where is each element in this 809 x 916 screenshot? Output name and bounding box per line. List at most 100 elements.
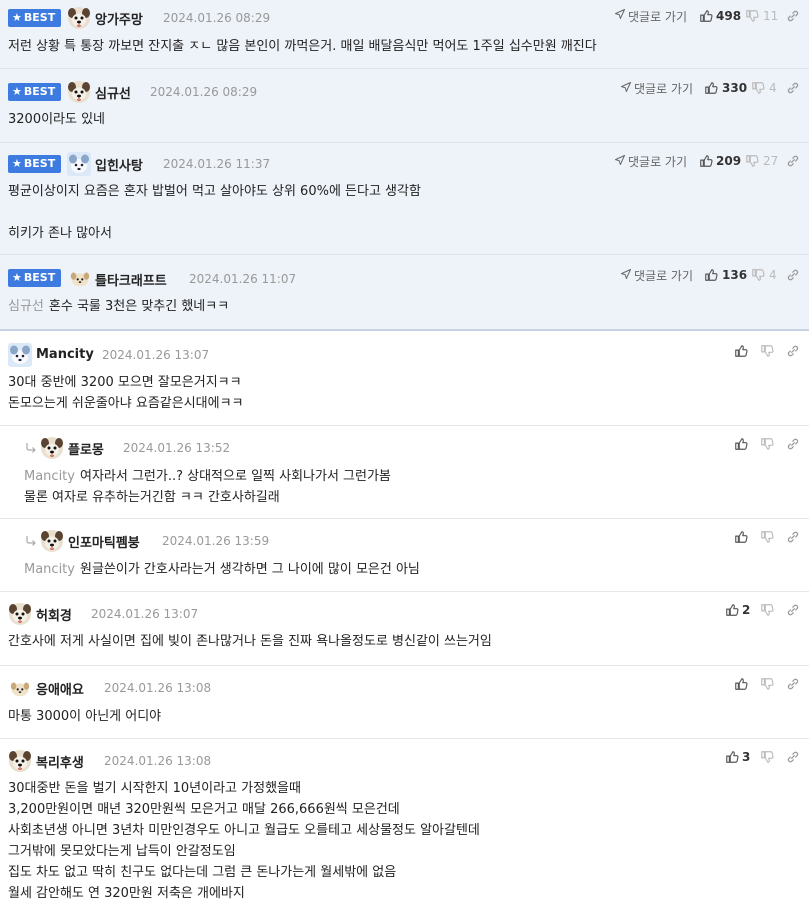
- send-icon: [614, 8, 626, 20]
- timestamp: 2024.01.26 08:29: [150, 85, 258, 99]
- timestamp: 2024.01.26 13:07: [102, 348, 210, 362]
- link-icon[interactable]: [786, 268, 800, 282]
- best-comment: ★ BEST 틀타크래프트 2024.01.26 11:07 댓글로 가기 136…: [0, 255, 809, 331]
- avatar: [9, 677, 31, 699]
- thumbs-down-icon[interactable]: [760, 677, 774, 691]
- link-icon[interactable]: [786, 750, 800, 764]
- send-icon: [614, 154, 626, 166]
- star-icon: ★: [12, 271, 22, 284]
- thumbs-up-icon[interactable]: [725, 603, 739, 617]
- comment-body: 3200이라도 있네: [8, 112, 106, 127]
- dislike-count: 4: [769, 268, 777, 282]
- comment: 응애애요 2024.01.26 13:08 마통 3000이 아닌게 어디야: [0, 666, 809, 739]
- avatar: [67, 80, 91, 104]
- thumbs-up-icon[interactable]: [734, 437, 748, 451]
- reply-arrow-icon: [25, 535, 37, 547]
- go-to-comment-link[interactable]: 댓글로 가기: [634, 80, 693, 97]
- thumbs-down-icon[interactable]: [760, 530, 774, 544]
- link-icon[interactable]: [786, 9, 800, 23]
- link-icon[interactable]: [786, 154, 800, 168]
- go-to-comment-link[interactable]: 댓글로 가기: [628, 8, 687, 25]
- star-icon: ★: [12, 157, 22, 170]
- nickname[interactable]: 입힌사탕: [95, 155, 143, 174]
- comment-body: 마통 3000이 아닌게 어디야: [8, 709, 162, 724]
- thumbs-down-icon[interactable]: [760, 344, 774, 358]
- link-icon[interactable]: [786, 530, 800, 544]
- link-icon[interactable]: [786, 344, 800, 358]
- thumbs-up-icon[interactable]: [699, 9, 713, 23]
- star-icon: ★: [12, 11, 22, 24]
- comment-body: 평균이상이지 요즘은 혼자 밥벌어 먹고 살아야도 상위 60%에 든다고 생각…: [8, 184, 421, 241]
- dislike-count: 11: [763, 9, 779, 23]
- timestamp: 2024.01.26 13:07: [91, 607, 199, 621]
- nickname[interactable]: 허회경: [36, 605, 72, 624]
- thumbs-down-icon[interactable]: [760, 603, 774, 617]
- send-icon: [620, 268, 632, 280]
- link-icon[interactable]: [786, 437, 800, 451]
- like-count: 2: [742, 603, 751, 617]
- reply-arrow-icon: [25, 442, 37, 454]
- thumbs-up-icon[interactable]: [699, 154, 713, 168]
- nickname[interactable]: 틀타크래프트: [95, 270, 167, 289]
- reply-comment: 플로몽 2024.01.26 13:52 Mancity 여자라서 그런가..? …: [0, 426, 809, 519]
- avatar: [8, 749, 32, 773]
- nickname[interactable]: 앙가주망: [95, 9, 143, 28]
- nickname[interactable]: 플로몽: [68, 439, 104, 458]
- avatar: [69, 267, 91, 289]
- thumbs-up-icon[interactable]: [734, 677, 748, 691]
- timestamp: 2024.01.26 13:08: [104, 681, 212, 695]
- best-comment: ★ BEST 입힌사탕 2024.01.26 11:37 댓글로 가기 209 2…: [0, 143, 809, 255]
- timestamp: 2024.01.26 13:08: [104, 754, 212, 768]
- like-count: 209: [716, 154, 742, 168]
- comment-body: 심규선 혼수 국룰 3천은 맞추긴 했네ㅋㅋ: [8, 299, 230, 314]
- avatar: [40, 529, 64, 553]
- like-count: 330: [722, 81, 748, 95]
- thumbs-down-icon[interactable]: [745, 154, 759, 168]
- mention[interactable]: Mancity: [24, 469, 75, 484]
- thumbs-up-icon[interactable]: [704, 268, 718, 282]
- thumbs-up-icon[interactable]: [734, 344, 748, 358]
- mention[interactable]: Mancity: [24, 562, 75, 577]
- best-badge: ★ BEST: [8, 269, 62, 287]
- comment-body: Mancity 원글쓴이가 간호사라는거 생각하면 그 나이에 많이 모은건 아님: [24, 562, 420, 577]
- timestamp: 2024.01.26 13:52: [123, 441, 231, 455]
- comment-body: 간호사에 저게 사실이면 집에 빚이 존나많거나 돈을 진짜 욕나올정도로 병신…: [8, 634, 492, 649]
- mention[interactable]: 심규선: [8, 299, 44, 314]
- nickname[interactable]: 인포마틱펨붕: [68, 532, 140, 551]
- go-to-comment-link[interactable]: 댓글로 가기: [634, 267, 693, 284]
- timestamp: 2024.01.26 08:29: [163, 11, 271, 25]
- nickname[interactable]: Mancity: [36, 347, 94, 362]
- nickname[interactable]: 복리후생: [36, 752, 84, 771]
- comment-body: 30대중반 돈을 벌기 시작한지 10년이라고 가정했을때 3,200만원이면 …: [8, 781, 480, 901]
- best-badge: ★ BEST: [8, 9, 62, 27]
- like-count: 3: [742, 750, 751, 764]
- thumbs-down-icon[interactable]: [751, 81, 765, 95]
- reply-comment: 인포마틱펨붕 2024.01.26 13:59 Mancity 원글쓴이가 간호사…: [0, 519, 809, 592]
- timestamp: 2024.01.26 11:07: [189, 272, 297, 286]
- thumbs-up-icon[interactable]: [704, 81, 718, 95]
- thumbs-down-icon[interactable]: [760, 437, 774, 451]
- dislike-count: 4: [769, 81, 777, 95]
- nickname[interactable]: 응애애요: [36, 679, 84, 698]
- thumbs-up-icon[interactable]: [734, 530, 748, 544]
- avatar: [67, 152, 91, 176]
- thumbs-down-icon[interactable]: [745, 9, 759, 23]
- link-icon[interactable]: [786, 677, 800, 691]
- best-badge: ★ BEST: [8, 83, 62, 101]
- comment-body: 30대 중반에 3200 모으면 잘모은거지ㅋㅋ 돈모으는게 쉬운줄아냐 요즘같…: [8, 375, 244, 411]
- thumbs-down-icon[interactable]: [760, 750, 774, 764]
- link-icon[interactable]: [786, 603, 800, 617]
- comment-body: 저런 상황 특 통장 까보면 잔지출 ㅈㄴ 많음 본인이 까먹은거. 매일 배달…: [8, 39, 597, 54]
- best-comment: ★ BEST 앙가주망 2024.01.26 08:29 댓글로 가기 498 1…: [0, 0, 809, 69]
- nickname[interactable]: 심규선: [95, 83, 131, 102]
- best-comment: ★ BEST 심규선 2024.01.26 08:29 댓글로 가기 330 4 …: [0, 69, 809, 143]
- thumbs-up-icon[interactable]: [725, 750, 739, 764]
- send-icon: [620, 81, 632, 93]
- comment-body: Mancity 여자라서 그런가..? 상대적으로 일찍 사회나가서 그런가봄 물…: [24, 469, 391, 505]
- avatar: [8, 343, 32, 367]
- thumbs-down-icon[interactable]: [751, 268, 765, 282]
- go-to-comment-link[interactable]: 댓글로 가기: [628, 153, 687, 170]
- comment: Mancity 2024.01.26 13:07 30대 중반에 3200 모으…: [0, 333, 809, 426]
- link-icon[interactable]: [786, 81, 800, 95]
- like-count: 136: [722, 268, 748, 282]
